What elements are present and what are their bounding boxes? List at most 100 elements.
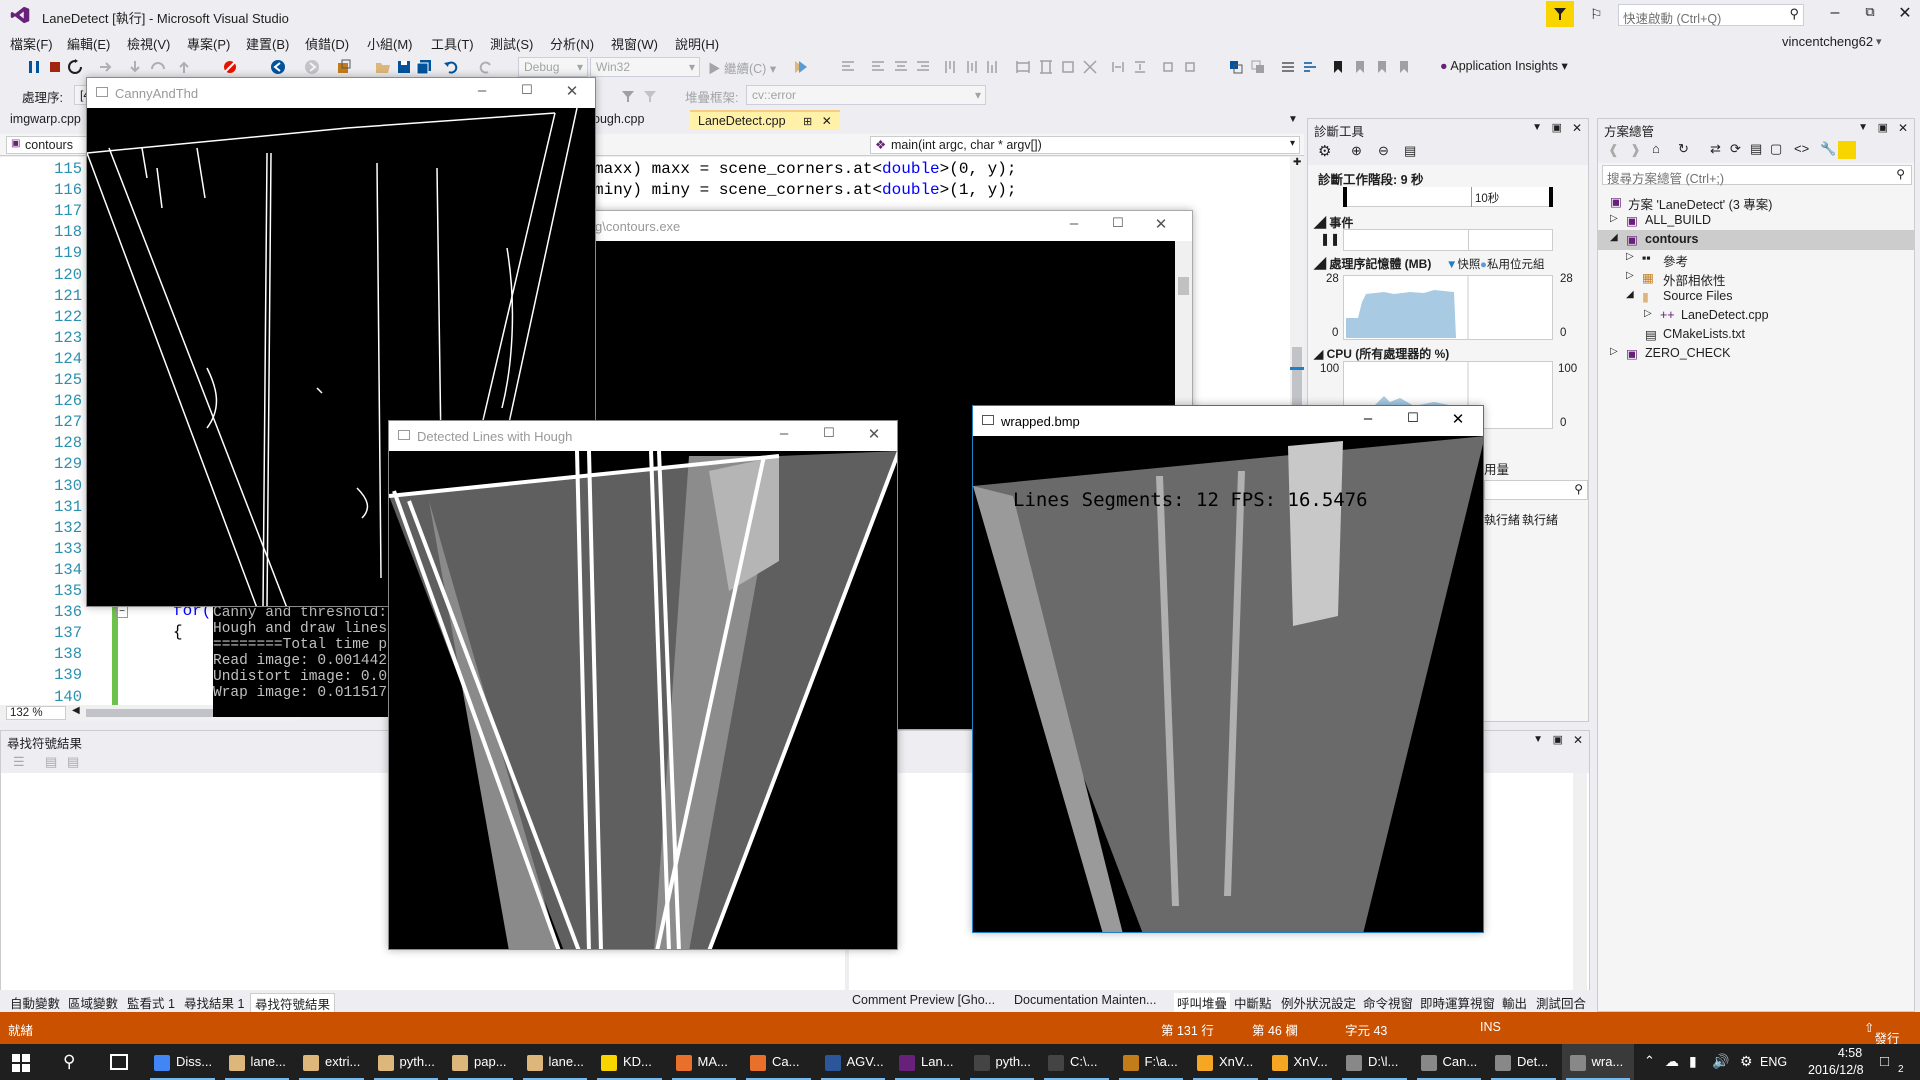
size-to-grid-icon[interactable] (1082, 59, 1098, 75)
diag-timeline[interactable]: 10秒 (1343, 187, 1553, 207)
menu-analyze[interactable]: 分析(N) (550, 34, 594, 53)
prev-result-icon[interactable]: ▤ (45, 754, 57, 770)
wrapped-maximize-button[interactable]: ☐ (1393, 410, 1433, 426)
expand-icon[interactable]: ▷ (1644, 308, 1652, 319)
tree-item-references[interactable]: ▷ ▪▪ 參考 (1598, 249, 1914, 269)
redo-icon[interactable] (478, 59, 494, 75)
canny-minimize-button[interactable]: – (462, 82, 502, 99)
console-maximize-button[interactable]: ☐ (1098, 215, 1138, 231)
next-bookmark-icon[interactable] (1374, 59, 1390, 75)
stack-frame-dropdown[interactable]: cv::error ▾ (746, 85, 986, 105)
usage-search[interactable]: ⚲ (1484, 480, 1588, 500)
show-all-files-icon[interactable]: ▢ (1770, 141, 1782, 157)
zoom-dropdown[interactable]: 132 % (6, 706, 66, 720)
collapse-icon[interactable]: ◢ (1626, 289, 1634, 300)
tab-find-symbol-results[interactable]: 尋找符號結果 (250, 993, 336, 1014)
battery-icon[interactable]: ▮ (1689, 1053, 1697, 1070)
breakpoint-icon[interactable] (222, 59, 238, 75)
tab-test-run[interactable]: 測試回合 (1536, 993, 1586, 1012)
tray-expand-icon[interactable]: ⌃ (1644, 1053, 1655, 1069)
network-icon[interactable]: ☁ (1665, 1053, 1679, 1070)
collapse-icon[interactable]: − (116, 606, 128, 618)
clock-time[interactable]: 4:58 (1820, 1046, 1880, 1060)
sync-icon[interactable]: ⇄ (1710, 141, 1721, 157)
taskbar-app-7[interactable]: MA... (668, 1044, 741, 1080)
filter-clear-icon[interactable] (642, 88, 658, 104)
align-right-icon[interactable] (915, 59, 931, 75)
spacing-h-icon[interactable] (1110, 59, 1126, 75)
diag-pin-icon[interactable]: ▣ (1552, 121, 1562, 134)
tree-item-zero-check[interactable]: ▷ ▣ ZERO_CHECK (1598, 344, 1914, 364)
usage-col-a[interactable]: 執行緒 (1484, 511, 1520, 528)
tree-item-lanedetect-cpp[interactable]: ▷ ++ LaneDetect.cpp (1598, 306, 1914, 326)
zoom-in-icon[interactable]: ⊕ (1351, 143, 1362, 159)
bookmark-icon[interactable] (1330, 59, 1346, 75)
tab-command-window[interactable]: 命令視窗 (1363, 993, 1413, 1012)
tab-overflow-icon[interactable]: ▼ (1288, 114, 1298, 125)
se-pin-icon[interactable]: ▣ (1878, 121, 1888, 134)
taskbar-app-9[interactable]: AGV... (817, 1044, 890, 1080)
menu-edit[interactable]: 編輯(E) (67, 34, 110, 53)
preview-selected-icon[interactable] (1838, 141, 1856, 159)
restart-icon[interactable] (67, 59, 83, 75)
taskbar-app-14[interactable]: XnV... (1189, 1044, 1262, 1080)
feedback-icon[interactable]: ⚐ (1590, 6, 1603, 23)
publish-button[interactable]: ⇧ 發行 (1864, 1020, 1900, 1046)
tree-item-external-deps[interactable]: ▷ ▦ 外部相依性 (1598, 268, 1914, 288)
se-back-icon[interactable]: ❰ (1608, 142, 1619, 158)
canny-close-button[interactable]: ✕ (552, 82, 592, 100)
menu-tools[interactable]: 工具(T) (431, 34, 474, 53)
send-to-back-icon[interactable] (1250, 59, 1266, 75)
volume-icon[interactable]: 🔊 (1712, 1053, 1729, 1070)
expand-icon[interactable]: ▷ (1610, 346, 1618, 357)
tree-item-source-files[interactable]: ◢ ▮ Source Files (1598, 287, 1914, 307)
step-out-icon[interactable] (176, 59, 192, 75)
split-icon[interactable]: ✚ (1293, 157, 1301, 169)
tab-watch-1[interactable]: 監看式 1 (127, 993, 175, 1012)
new-project-icon[interactable] (336, 59, 352, 75)
tab-comment-preview[interactable]: Comment Preview [Gho... (852, 993, 995, 1007)
taskbar-app-17[interactable]: Can... (1413, 1044, 1486, 1080)
diag-menu-icon[interactable]: ▼ (1532, 122, 1542, 133)
cpu-section[interactable]: ◢ CPU (所有處理器的 %) (1314, 345, 1449, 362)
menu-help[interactable]: 說明(H) (675, 34, 719, 53)
reset-view-icon[interactable]: ▤ (1404, 143, 1416, 159)
taskbar-app-0[interactable]: Diss... (146, 1044, 219, 1080)
pin-icon[interactable]: ⊞ (803, 116, 812, 128)
bring-to-front-icon[interactable] (1228, 59, 1244, 75)
save-all-icon[interactable] (416, 59, 432, 75)
clock-date[interactable]: 2016/12/8 (1808, 1063, 1864, 1077)
tab-call-stack[interactable]: 呼叫堆疊 (1174, 993, 1231, 1012)
tab-immediate-window[interactable]: 即時運算視窗 (1420, 993, 1495, 1012)
taskbar-app-4[interactable]: pap... (444, 1044, 517, 1080)
find-close-icon[interactable]: ✕ (1573, 733, 1583, 747)
menu-window[interactable]: 視窗(W) (611, 34, 658, 53)
taskbar-app-6[interactable]: KD... (593, 1044, 666, 1080)
se-close-icon[interactable]: ✕ (1898, 121, 1908, 135)
view-code-icon[interactable]: <> (1794, 141, 1809, 156)
se-forward-icon[interactable]: ❱ (1630, 142, 1641, 158)
step-over-icon[interactable] (150, 59, 166, 75)
taskbar-app-12[interactable]: C:\... (1040, 1044, 1113, 1080)
align-middle-icon[interactable] (965, 59, 981, 75)
memory-section[interactable]: ◢ 處理序記憶體 (MB) (1314, 255, 1431, 272)
taskbar-app-8[interactable]: Ca... (742, 1044, 815, 1080)
tab-locals[interactable]: 區域變數 (68, 993, 118, 1012)
clear-bookmarks-icon[interactable] (1396, 59, 1412, 75)
feedback-filter-icon[interactable] (1546, 1, 1574, 27)
continue-button[interactable]: ▶ 繼續(C) ▾ (708, 58, 776, 77)
function-dropdown[interactable]: ❖ main(int argc, char * argv[]) ▾ (870, 136, 1300, 154)
hot-reload-icon[interactable] (793, 59, 809, 75)
diag-close-icon[interactable]: ✕ (1572, 121, 1582, 135)
filter-icon[interactable] (620, 88, 636, 104)
hough-maximize-button[interactable]: ☐ (809, 425, 849, 441)
refresh-icon[interactable]: ⟳ (1730, 141, 1741, 157)
se-search-input[interactable]: 搜尋方案總管 (Ctrl+;) ⚲ (1602, 165, 1912, 186)
step-into-icon[interactable] (127, 59, 143, 75)
expand-icon[interactable]: ▷ (1610, 213, 1618, 224)
taskbar-app-2[interactable]: extri... (295, 1044, 368, 1080)
user-name[interactable]: vincentcheng62 (1782, 34, 1873, 49)
zoom-out-icon[interactable]: ⊖ (1378, 143, 1389, 159)
stop-icon[interactable] (47, 59, 63, 75)
menu-test[interactable]: 測試(S) (490, 34, 533, 53)
